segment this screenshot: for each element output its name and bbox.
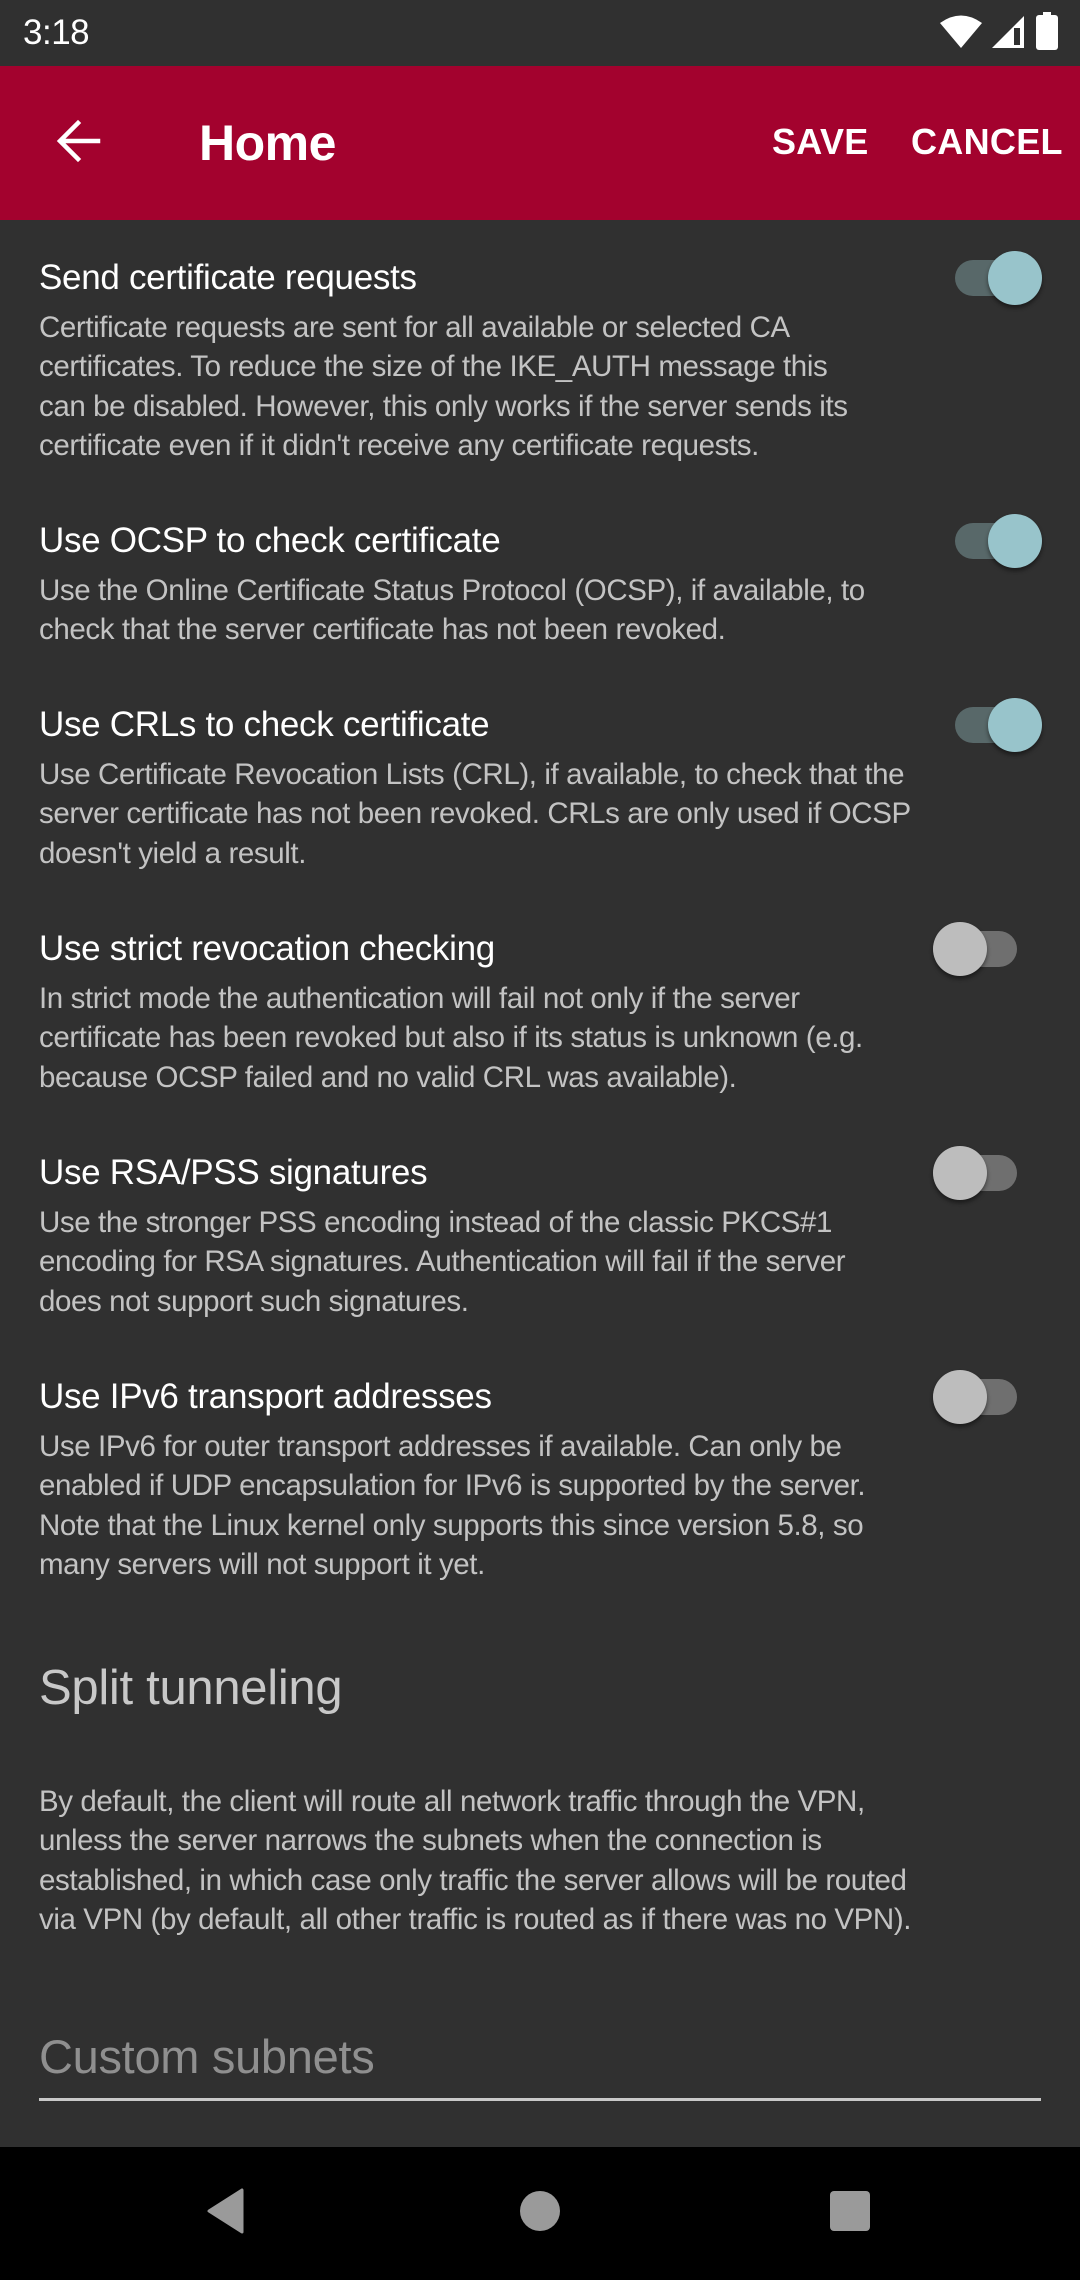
description-line: By default, the client will route all ne… bbox=[39, 1785, 865, 1818]
split-tunneling-description: By default, the client will route all ne… bbox=[39, 1782, 911, 1939]
page-title: Home bbox=[199, 115, 336, 171]
system-nav-bar bbox=[0, 2147, 1080, 2280]
send-certificate-requests-switch[interactable] bbox=[950, 248, 1060, 308]
description-line: via VPN (by default, all other traffic i… bbox=[39, 1902, 912, 1936]
recents-icon bbox=[829, 2190, 871, 2237]
custom-subnets-input[interactable]: Custom subnets bbox=[39, 2020, 1041, 2102]
pref-summary: Use Certificate Revocation Lists (CRL), … bbox=[39, 755, 911, 873]
summary-line: many servers will not support it yet. bbox=[39, 1547, 485, 1581]
home-icon bbox=[519, 2190, 561, 2237]
switch-thumb bbox=[988, 251, 1042, 305]
summary-line: server certificate has not been revoked.… bbox=[39, 797, 911, 831]
status-icons bbox=[940, 11, 1058, 55]
use-crls-switch[interactable] bbox=[950, 695, 1060, 755]
ipv6-transport-switch[interactable] bbox=[928, 1367, 1038, 1427]
pref-title: Use IPv6 transport addresses bbox=[39, 1377, 492, 1416]
summary-line: Use the stronger PSS encoding instead of… bbox=[39, 1206, 833, 1239]
summary-line: can be disabled. However, this only work… bbox=[39, 389, 848, 423]
summary-line: does not support such signatures. bbox=[39, 1284, 469, 1318]
summary-line: certificates. To reduce the size of the … bbox=[39, 350, 828, 384]
switch-thumb bbox=[933, 1370, 987, 1424]
summary-line: certificate has been revoked but also if… bbox=[39, 1021, 863, 1055]
pref-summary: Use the stronger PSS encoding instead of… bbox=[39, 1203, 846, 1321]
summary-line: encoding for RSA signatures. Authenticat… bbox=[39, 1245, 846, 1279]
switch-thumb bbox=[988, 698, 1042, 752]
pref-summary: Use the Online Certificate Status Protoc… bbox=[39, 571, 865, 650]
cancel-button[interactable]: CANCEL bbox=[911, 120, 1063, 164]
summary-line: Certificate requests are sent for all av… bbox=[39, 311, 790, 344]
use-ocsp-switch[interactable] bbox=[950, 511, 1060, 571]
switch-thumb bbox=[933, 1146, 987, 1200]
summary-line: certificate even if it didn't receive an… bbox=[39, 428, 759, 462]
wifi-icon bbox=[940, 14, 982, 53]
battery-icon bbox=[1036, 11, 1058, 55]
save-button[interactable]: SAVE bbox=[772, 120, 869, 164]
summary-line: In strict mode the authentication will f… bbox=[39, 982, 800, 1015]
pref-summary: Certificate requests are sent for all av… bbox=[39, 308, 848, 465]
pref-title: Use OCSP to check certificate bbox=[39, 521, 501, 560]
summary-line: Note that the Linux kernel only supports… bbox=[39, 1508, 864, 1542]
section-header-split-tunneling: Split tunneling bbox=[39, 1661, 343, 1715]
summary-line: Use the Online Certificate Status Protoc… bbox=[39, 574, 865, 607]
summary-line: doesn't yield a result. bbox=[39, 836, 307, 870]
nav-back-button[interactable] bbox=[181, 2173, 271, 2253]
summary-line: Use Certificate Revocation Lists (CRL), … bbox=[39, 758, 905, 791]
arrow-left-icon bbox=[54, 117, 102, 170]
back-icon bbox=[206, 2188, 246, 2239]
cellular-signal-icon bbox=[992, 14, 1026, 53]
status-time: 3:18 bbox=[23, 13, 90, 52]
status-bar: 3:18 bbox=[0, 0, 1080, 66]
strict-revocation-switch[interactable] bbox=[928, 919, 1038, 979]
description-line: unless the server narrows the subnets wh… bbox=[39, 1824, 822, 1858]
custom-subnets-placeholder: Custom subnets bbox=[39, 2030, 375, 2083]
nav-home-button[interactable] bbox=[495, 2173, 585, 2253]
summary-line: because OCSP failed and no valid CRL was… bbox=[39, 1060, 737, 1094]
app-toolbar: Home SAVE CANCEL bbox=[0, 66, 1080, 220]
switch-thumb bbox=[933, 922, 987, 976]
input-underline bbox=[39, 2098, 1041, 2101]
pref-title: Use CRLs to check certificate bbox=[39, 705, 490, 744]
summary-line: check that the server certificate has no… bbox=[39, 613, 726, 647]
settings-list[interactable]: Send certificate requests Certificate re… bbox=[0, 220, 1080, 2147]
pref-summary: In strict mode the authentication will f… bbox=[39, 979, 863, 1097]
rsa-pss-switch[interactable] bbox=[928, 1143, 1038, 1203]
pref-title: Use RSA/PSS signatures bbox=[39, 1153, 428, 1192]
description-line: established, in which case only traffic … bbox=[39, 1863, 907, 1897]
nav-recents-button[interactable] bbox=[805, 2173, 895, 2253]
summary-line: enabled if UDP encapsulation for IPv6 is… bbox=[39, 1469, 866, 1503]
switch-thumb bbox=[988, 514, 1042, 568]
pref-summary: Use IPv6 for outer transport addresses i… bbox=[39, 1427, 866, 1584]
pref-title: Send certificate requests bbox=[39, 258, 417, 297]
back-button[interactable] bbox=[38, 103, 118, 183]
summary-line: Use IPv6 for outer transport addresses i… bbox=[39, 1430, 842, 1463]
pref-title: Use strict revocation checking bbox=[39, 929, 495, 968]
